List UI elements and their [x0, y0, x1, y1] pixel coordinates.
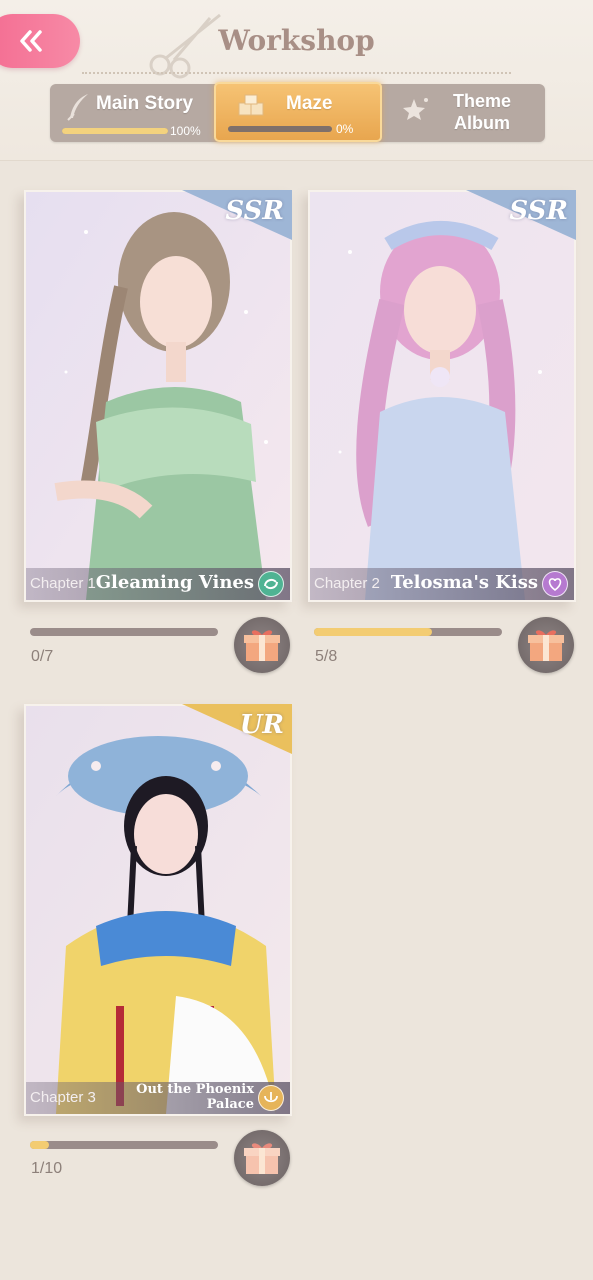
chapter-1-reward-button[interactable] [234, 617, 290, 673]
maze-progress-text: 0% [336, 122, 354, 136]
chapter-card-2[interactable]: SSR Chapter 2 Telosma's Kiss [308, 190, 576, 602]
main-story-progress-bar [62, 128, 168, 134]
chapter-3-artwork [26, 706, 290, 1114]
title-divider [82, 72, 511, 74]
cubes-icon [238, 94, 264, 116]
chapter-2-progress-bar [314, 628, 502, 636]
rarity-label: SSR [225, 196, 284, 226]
tab-main-story[interactable]: Main Story 100% [50, 84, 215, 142]
rarity-badge: SSR [182, 190, 292, 240]
chapter-3-reward-button[interactable] [234, 1130, 290, 1186]
chapter-number: Chapter 2 [314, 575, 380, 592]
main-story-progress-text: 100% [170, 124, 201, 138]
chapter-3-progress-fill [30, 1141, 49, 1149]
phoenix-emblem-icon [258, 1085, 284, 1111]
rarity-label: UR [239, 710, 284, 740]
rarity-badge: UR [182, 704, 292, 754]
maze-progress-bar [228, 126, 332, 132]
chapter-2-reward-button[interactable] [518, 617, 574, 673]
quill-icon [67, 94, 88, 121]
sparkle-star-icon [403, 98, 428, 120]
chapter-title-strip: Chapter 3 Out the Phoenix Palace [26, 1082, 290, 1114]
tab-main-story-label: Main Story [96, 93, 194, 114]
heart-flower-icon [542, 571, 568, 597]
chapter-card-1[interactable]: SSR Chapter 1 Gleaming Vines [24, 190, 292, 602]
tab-maze[interactable]: Maze 0% [214, 82, 382, 142]
chapter-2-progress-fill [314, 628, 432, 636]
top-header: Workshop Main Story 100% Maze 0% Theme A… [0, 0, 593, 161]
tab-maze-label: Maze [286, 93, 333, 114]
tab-theme-album[interactable]: Theme Album [382, 84, 545, 142]
chapter-title-strip: Chapter 1 Gleaming Vines [26, 568, 290, 600]
vine-swirl-icon [258, 571, 284, 597]
chapter-name: Gleaming Vines [95, 572, 254, 593]
chapter-1-count: 0/7 [31, 648, 54, 665]
chapter-1-progress-bar [30, 628, 218, 636]
rarity-label: SSR [509, 196, 568, 226]
chapter-2-count: 5/8 [315, 648, 338, 665]
chapter-3-progress-bar [30, 1141, 218, 1149]
tab-bar: Main Story 100% Maze 0% Theme Album [50, 82, 545, 142]
chapter-card-3[interactable]: UR Chapter 3 Out the Phoenix Palace [24, 704, 292, 1116]
rarity-badge: SSR [466, 190, 576, 240]
chapter-name: Out the Phoenix Palace [136, 1082, 254, 1112]
chapter-1-artwork [26, 192, 290, 600]
gift-box-icon [528, 630, 564, 661]
chapter-title-strip: Chapter 2 Telosma's Kiss [310, 568, 574, 600]
tab-theme-album-label: Theme Album [452, 91, 512, 133]
gift-box-icon [244, 630, 280, 661]
chapter-2-artwork [310, 192, 574, 600]
gift-box-icon [244, 1143, 280, 1174]
chapter-name: Telosma's Kiss [390, 572, 538, 593]
main-story-progress-fill [62, 128, 168, 134]
chapter-number: Chapter 3 [30, 1089, 96, 1106]
chapter-3-count: 1/10 [31, 1160, 63, 1177]
page-title: Workshop [218, 24, 375, 57]
chapter-number: Chapter 1 [30, 575, 96, 592]
